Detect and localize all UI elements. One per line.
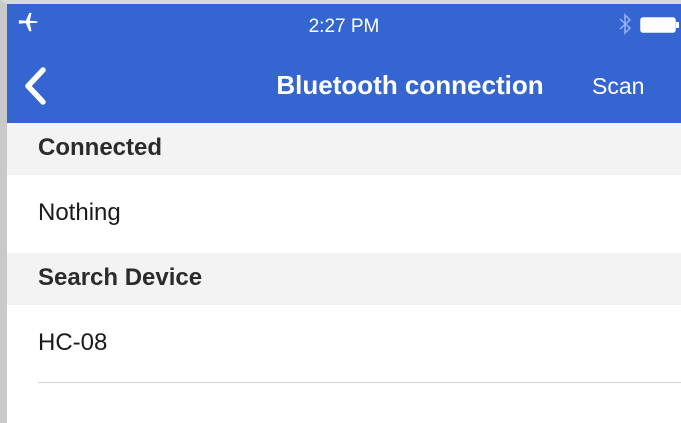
list-item-device[interactable]: HC-08 xyxy=(7,305,681,383)
list-item-connected-device[interactable]: Nothing xyxy=(7,175,681,253)
list-item-label: HC-08 xyxy=(38,329,108,356)
bluetooth-icon xyxy=(619,13,631,35)
nav-bar: Bluetooth connection Scan xyxy=(7,48,681,123)
back-button[interactable] xyxy=(21,66,51,106)
battery-icon xyxy=(640,17,679,33)
section-header-connected: Connected xyxy=(7,123,681,175)
app-header: 2:27 PM Bluetooth connection Scan xyxy=(7,4,681,123)
section-header-label: Search Device xyxy=(38,264,203,291)
scan-button[interactable]: Scan xyxy=(592,73,644,100)
section-header-label: Connected xyxy=(38,134,163,161)
phone-screen: 2:27 PM Bluetooth connection Scan Connec… xyxy=(0,0,681,423)
section-header-search-device: Search Device xyxy=(7,253,681,305)
status-time: 2:27 PM xyxy=(308,16,380,37)
status-bar: 2:27 PM xyxy=(7,4,681,48)
page-title: Bluetooth connection xyxy=(276,70,544,100)
row-divider xyxy=(38,382,681,383)
list-item-label: Nothing xyxy=(38,199,121,226)
